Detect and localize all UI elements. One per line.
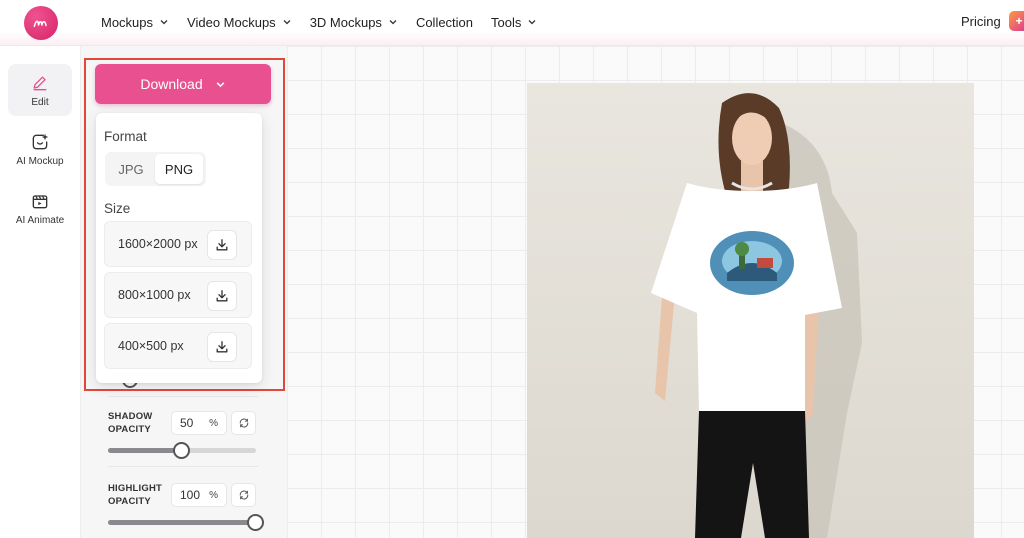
tshirt-model-illustration [527, 83, 974, 538]
format-label: Format [104, 129, 147, 144]
highlight-opacity-input[interactable]: 100 % [171, 483, 227, 507]
highlight-opacity-slider[interactable] [108, 514, 264, 531]
format-option-jpg[interactable]: JPG [107, 154, 155, 184]
rail-item-ai-animate[interactable]: AI Animate [8, 182, 72, 234]
reset-icon [239, 490, 248, 500]
ai-mockup-icon [32, 133, 49, 149]
slider-fill [108, 520, 256, 525]
download-button[interactable]: Download [95, 64, 271, 104]
chevron-down-icon [528, 20, 536, 25]
chevron-down-icon [283, 20, 291, 25]
size-option-row[interactable]: 400×500 px [104, 323, 252, 369]
nav-item-collection[interactable]: Collection [416, 15, 473, 30]
download-icon [216, 239, 228, 251]
download-options-dropdown: Format JPG PNG Size 1600×2000 px 800×100… [96, 113, 262, 383]
label-line: SHADOW [108, 411, 153, 422]
slider-fill [108, 448, 182, 453]
label-line: OPACITY [108, 424, 151, 435]
logo-mark-icon [33, 20, 47, 28]
chevron-down-icon [216, 81, 224, 87]
chevron-down-icon [160, 20, 168, 25]
format-toggle: JPG PNG [105, 152, 206, 186]
format-option-png[interactable]: PNG [155, 154, 203, 184]
nav-item-tools[interactable]: Tools [491, 15, 537, 30]
settings-divider [108, 396, 258, 397]
rail-item-label: Edit [31, 96, 49, 108]
shadow-reset-button[interactable] [231, 411, 256, 435]
chevron-down-icon [389, 20, 397, 25]
size-download-button[interactable] [207, 332, 237, 362]
slider-thumb[interactable] [247, 514, 264, 531]
slider-thumb[interactable] [173, 442, 190, 459]
shadow-opacity-value: 50 [180, 416, 194, 430]
size-option-label: 400×500 px [118, 339, 184, 353]
size-download-button[interactable] [207, 230, 237, 260]
size-option-label: 1600×2000 px [118, 237, 198, 251]
nav-item-label: Video Mockups [187, 14, 276, 30]
shadow-opacity-slider[interactable] [108, 442, 256, 459]
download-icon [216, 341, 228, 353]
nav-item-label: Tools [491, 14, 522, 30]
settings-divider [108, 466, 258, 467]
rail-item-label: AI Animate [15, 214, 65, 226]
rail-item-edit[interactable]: Edit [8, 64, 72, 116]
highlight-opacity-value: 100 [180, 488, 201, 502]
nav-item-label: Collection [415, 14, 474, 30]
download-button-label: Download [140, 76, 203, 92]
size-option-label: 800×1000 px [118, 288, 191, 302]
rail-item-ai-mockup[interactable]: AI Mockup [8, 123, 72, 175]
promo-badge-icon[interactable]: + [1009, 11, 1024, 31]
reset-icon [239, 418, 248, 428]
nav-item-label: 3D Mockups [309, 14, 382, 30]
nav-item-3d-mockups[interactable]: 3D Mockups [310, 15, 398, 30]
download-icon [216, 290, 228, 302]
highlight-reset-button[interactable] [231, 483, 256, 507]
highlight-opacity-label: HIGHLIGHT OPACITY [108, 482, 162, 508]
main-nav: Mockups Video Mockups 3D Mockups Collect… [101, 0, 537, 44]
nav-item-video-mockups[interactable]: Video Mockups [187, 15, 292, 30]
rail-item-label: AI Mockup [16, 155, 64, 167]
label-line: OPACITY [108, 496, 151, 507]
nav-pricing-link[interactable]: Pricing [961, 14, 1001, 29]
unit-label: % [209, 417, 218, 429]
left-tool-rail: Edit AI Mockup AI Animate [0, 46, 81, 538]
nav-item-label: Mockups [101, 14, 154, 30]
pencil-icon [33, 76, 47, 90]
size-option-row[interactable]: 1600×2000 px [104, 221, 252, 267]
size-label: Size [104, 201, 131, 216]
label-line: HIGHLIGHT [108, 483, 163, 494]
shadow-opacity-input[interactable]: 50 % [171, 411, 227, 435]
shadow-opacity-label: SHADOW OPACITY [108, 410, 152, 436]
nav-item-mockups[interactable]: Mockups [101, 15, 169, 30]
clapperboard-icon [32, 194, 48, 208]
mockup-preview-image[interactable] [527, 83, 974, 538]
size-download-button[interactable] [207, 281, 237, 311]
unit-label: % [209, 489, 218, 501]
brand-logo[interactable] [24, 6, 58, 40]
top-navigation-bar: Mockups Video Mockups 3D Mockups Collect… [0, 0, 1024, 46]
size-option-row[interactable]: 800×1000 px [104, 272, 252, 318]
